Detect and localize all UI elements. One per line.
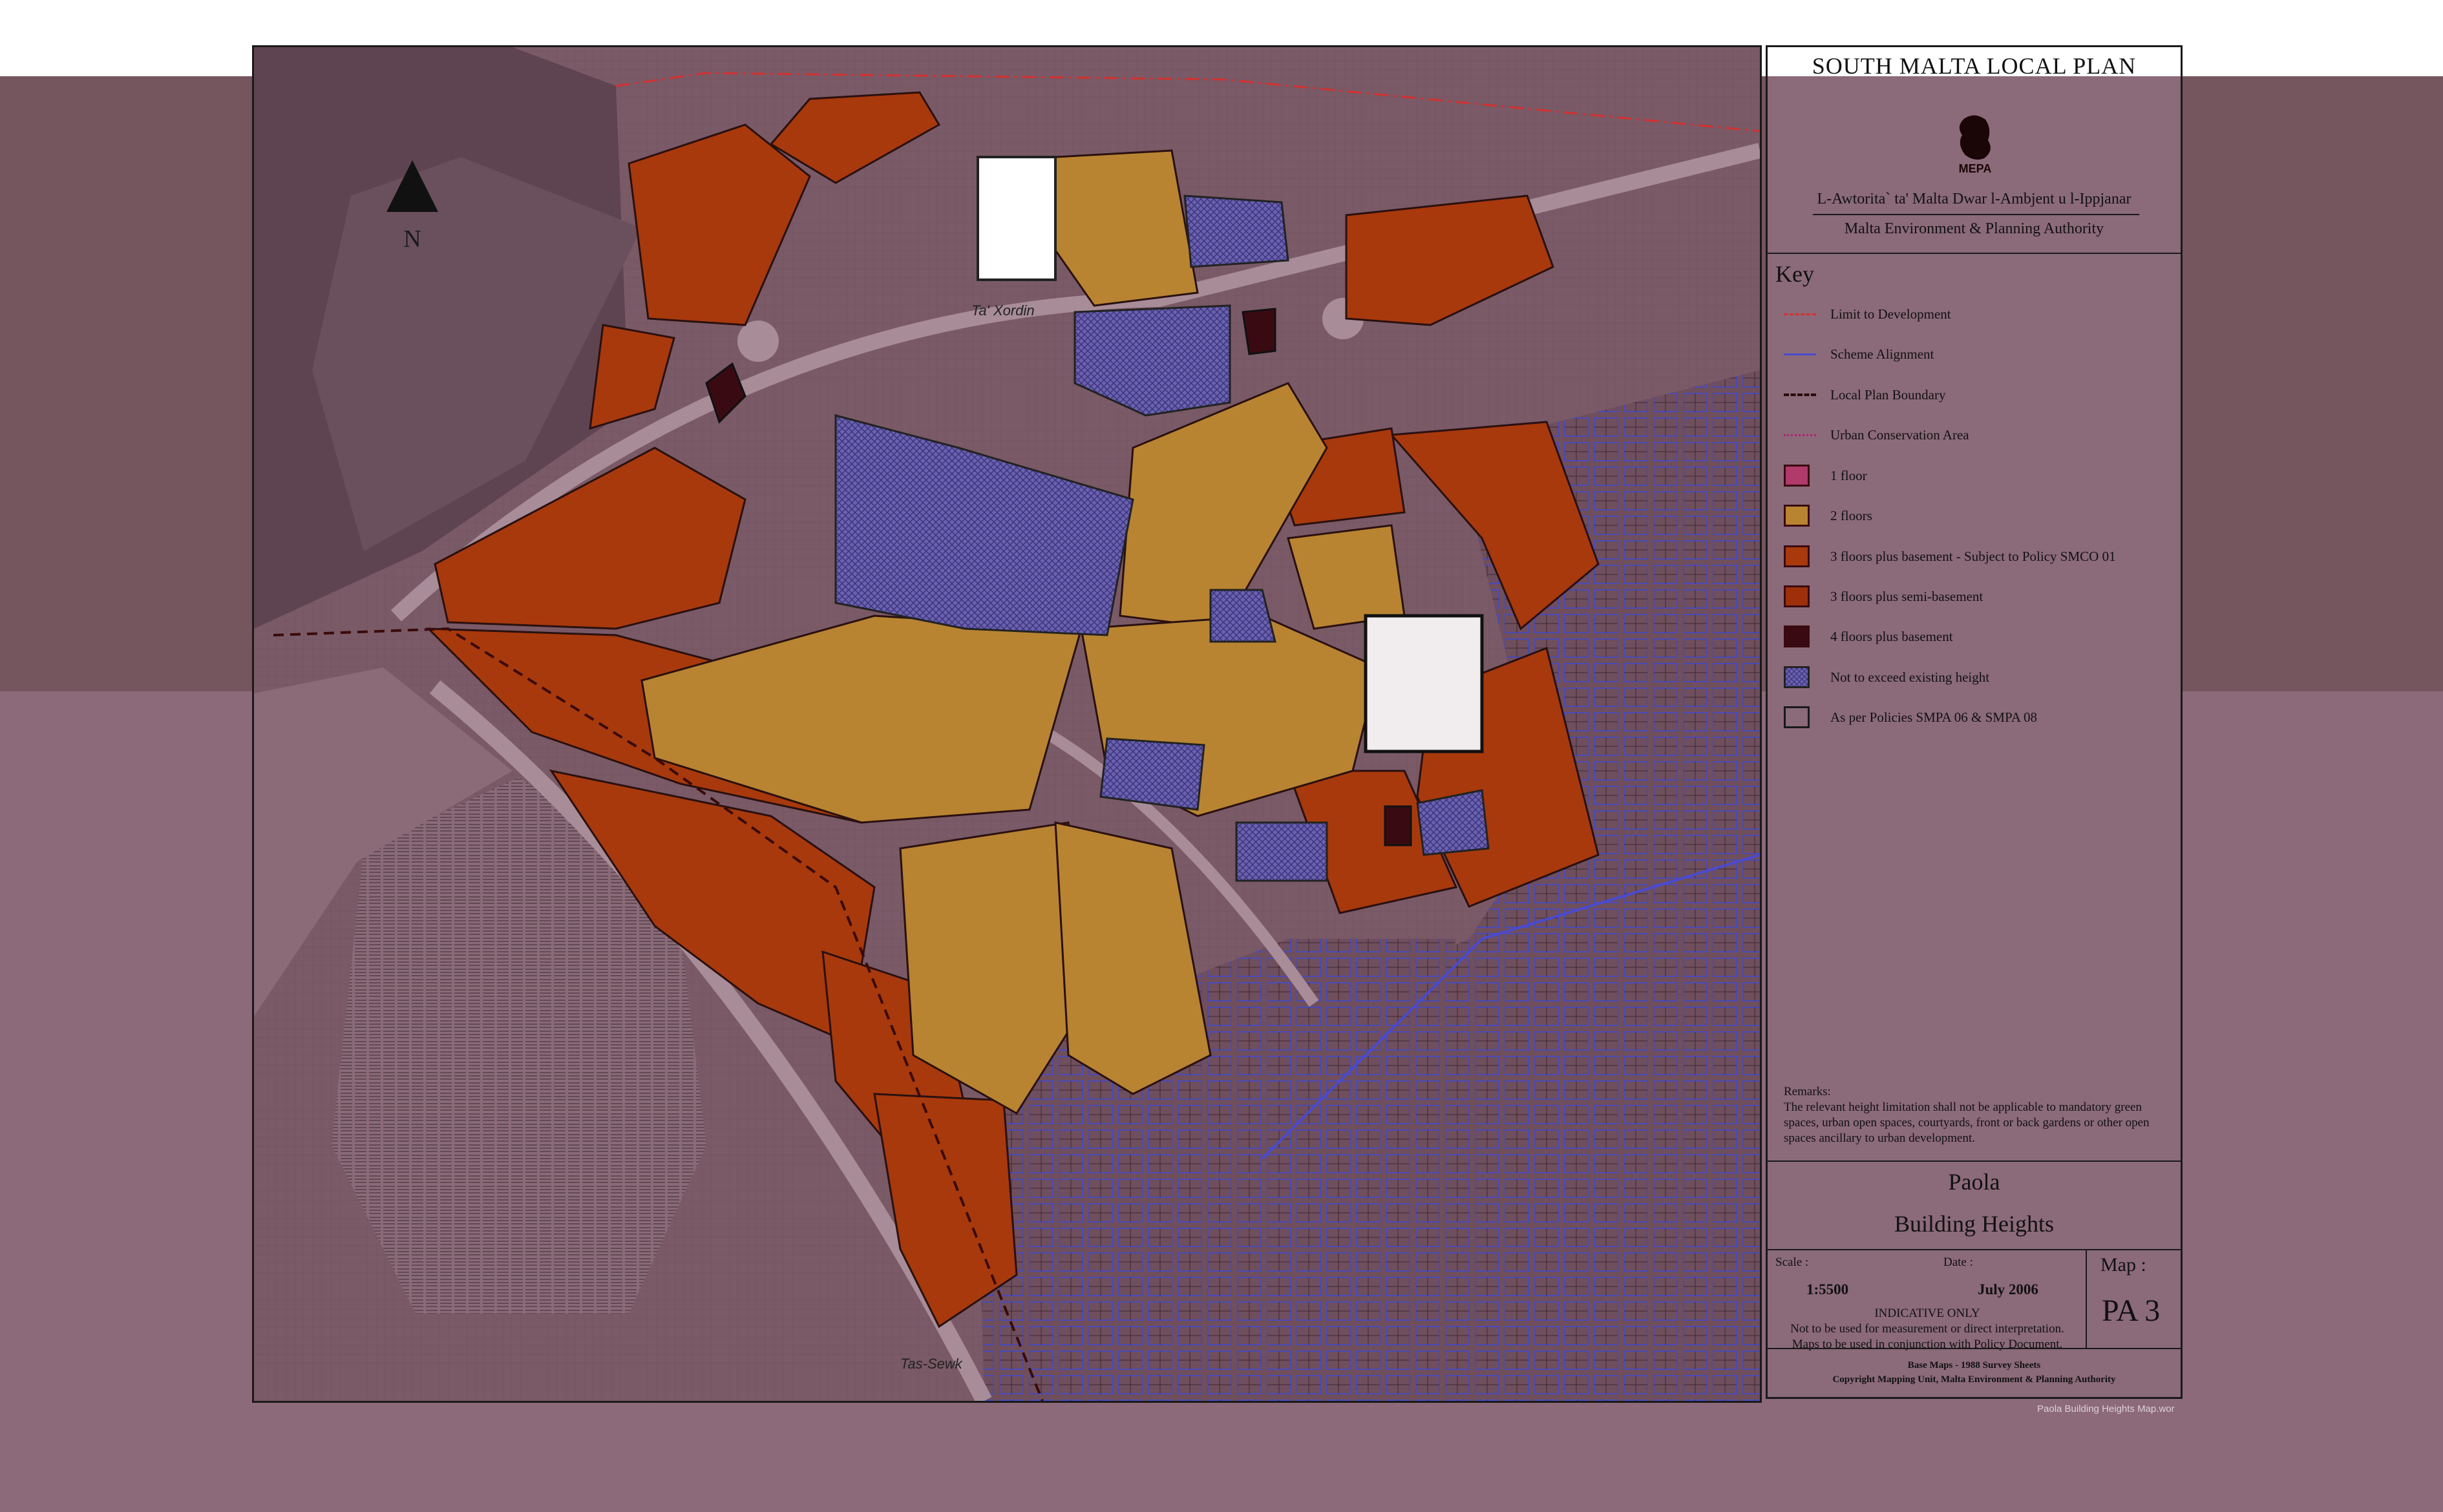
divider: [1768, 1160, 2181, 1162]
file-name: Paola Building Heights Map.wor: [2037, 1403, 2175, 1414]
date-label: Date :: [1943, 1255, 1973, 1269]
logo-text: MEPA: [1959, 162, 1992, 175]
place-label-ta-xordin: Ta' Xordin: [971, 302, 1035, 319]
north-arrow-icon: [386, 160, 438, 212]
legend-label: 1 floor: [1830, 467, 1867, 483]
legend-panel: SOUTH MALTA LOCAL PLAN MEPA L-Awtorita` …: [1766, 45, 2183, 1399]
north-letter: N: [403, 226, 421, 253]
legend-label: Urban Conservation Area: [1830, 426, 1969, 443]
legend-label: As per Policies SMPA 06 & SMPA 08: [1830, 709, 2037, 725]
scale-label: Scale :: [1775, 1255, 1809, 1269]
map-number-label: Map :: [2100, 1254, 2146, 1276]
remarks-text: The relevant height limitation shall not…: [1784, 1100, 2150, 1145]
legend-item-not-to-exceed-existing-height: Not to exceed existing height: [1784, 664, 1989, 690]
legend-item-3-floors-semi-basement: 3 floors plus semi-basement: [1784, 583, 1983, 609]
scale-value: 1:5500: [1806, 1281, 1849, 1297]
date-value: July 2006: [1978, 1281, 2038, 1297]
legend-item-as-per-policies: As per Policies SMPA 06 & SMPA 08: [1784, 704, 2037, 730]
legend-label: Limit to Development: [1830, 306, 1951, 322]
disclaimer-measurement: Not to be used for measurement or direct…: [1790, 1322, 2064, 1336]
map-frame[interactable]: N Ta' Xordin Tas-Sewk: [252, 45, 1762, 1403]
legend-label: Scheme Alignment: [1830, 346, 1934, 362]
base-maps-note: Base Maps - 1988 Survey Sheets: [1907, 1360, 2041, 1370]
copyright-note: Copyright Mapping Unit, Malta Environmen…: [1832, 1374, 2116, 1385]
legend-item-3-floors-basement: 3 floors plus basement - Subject to Poli…: [1784, 543, 2116, 569]
legend-label: Not to exceed existing height: [1830, 669, 1990, 685]
disclaimer-policy: Maps to be used in conjunction with Poli…: [1792, 1338, 2063, 1351]
locality-name: Paola: [1948, 1169, 2000, 1195]
legend-item-1-floor: 1 floor: [1784, 463, 1867, 488]
dashed-line-icon: [1784, 394, 1816, 396]
swatch-1-floor: [1784, 465, 1810, 487]
key-heading: Key: [1775, 261, 1814, 287]
legend-label: 2 floors: [1830, 507, 1872, 523]
dotted-line-icon: [1784, 434, 1816, 436]
swatch-3-floors-basement: [1784, 545, 1810, 567]
legend-label: Local Plan Boundary: [1830, 386, 1946, 403]
legend-label: 3 floors plus semi-basement: [1830, 588, 1983, 604]
solid-line-icon: [1784, 353, 1816, 355]
swatch-2-floors: [1784, 505, 1810, 527]
legend-item-local-plan-boundary: Local Plan Boundary: [1784, 382, 1945, 408]
legend-item-scheme-alignment: Scheme Alignment: [1784, 341, 1934, 367]
plan-title: SOUTH MALTA LOCAL PLAN: [1812, 53, 2137, 79]
legend-label: 4 floors plus basement: [1830, 628, 1953, 644]
indicative-notice: INDICATIVE ONLY Not to be used for measu…: [1775, 1306, 2079, 1352]
swatch-hatched: [1784, 666, 1810, 688]
divider: [1768, 1348, 2181, 1349]
remarks: Remarks: The relevant height limitation …: [1784, 1084, 2172, 1146]
football-ground-east: [1364, 614, 1484, 753]
map-number: PA 3: [2102, 1294, 2161, 1328]
divider: [1768, 253, 2181, 254]
legend-item-urban-conservation-area: Urban Conservation Area: [1784, 422, 1969, 448]
legend-item-2-floors: 2 floors: [1784, 503, 1872, 529]
divider: [1813, 214, 2139, 215]
authority-name-maltese: L-Awtorita` ta' Malta Dwar l-Ambjent u l…: [1817, 191, 2131, 207]
legend-item-limit-to-development: Limit to Development: [1784, 301, 1951, 327]
swatch-4-floors-basement: [1784, 625, 1810, 647]
swatch-3-floors-semi-basement: [1784, 585, 1810, 607]
indicative-only: INDICATIVE ONLY: [1874, 1307, 1980, 1320]
swatch-outline: [1784, 706, 1810, 728]
divider: [1768, 1249, 2181, 1250]
place-label-tas-sewk: Tas-Sewk: [900, 1356, 962, 1372]
dashdot-line-icon: [1784, 313, 1816, 315]
map-canvas: [254, 47, 1760, 1401]
legend-item-4-floors-basement: 4 floors plus basement: [1784, 624, 1953, 649]
football-ground-north: [977, 156, 1057, 281]
map-title: Building Heights: [1894, 1211, 2054, 1237]
north-arrow: N: [383, 160, 441, 296]
mepa-logo-icon: MEPA: [1959, 115, 1992, 175]
remarks-heading: Remarks:: [1784, 1085, 1831, 1098]
divider: [2086, 1249, 2087, 1348]
legend-label: 3 floors plus basement - Subject to Poli…: [1830, 548, 2116, 564]
authority-name-english: Malta Environment & Planning Authority: [1844, 220, 2104, 237]
